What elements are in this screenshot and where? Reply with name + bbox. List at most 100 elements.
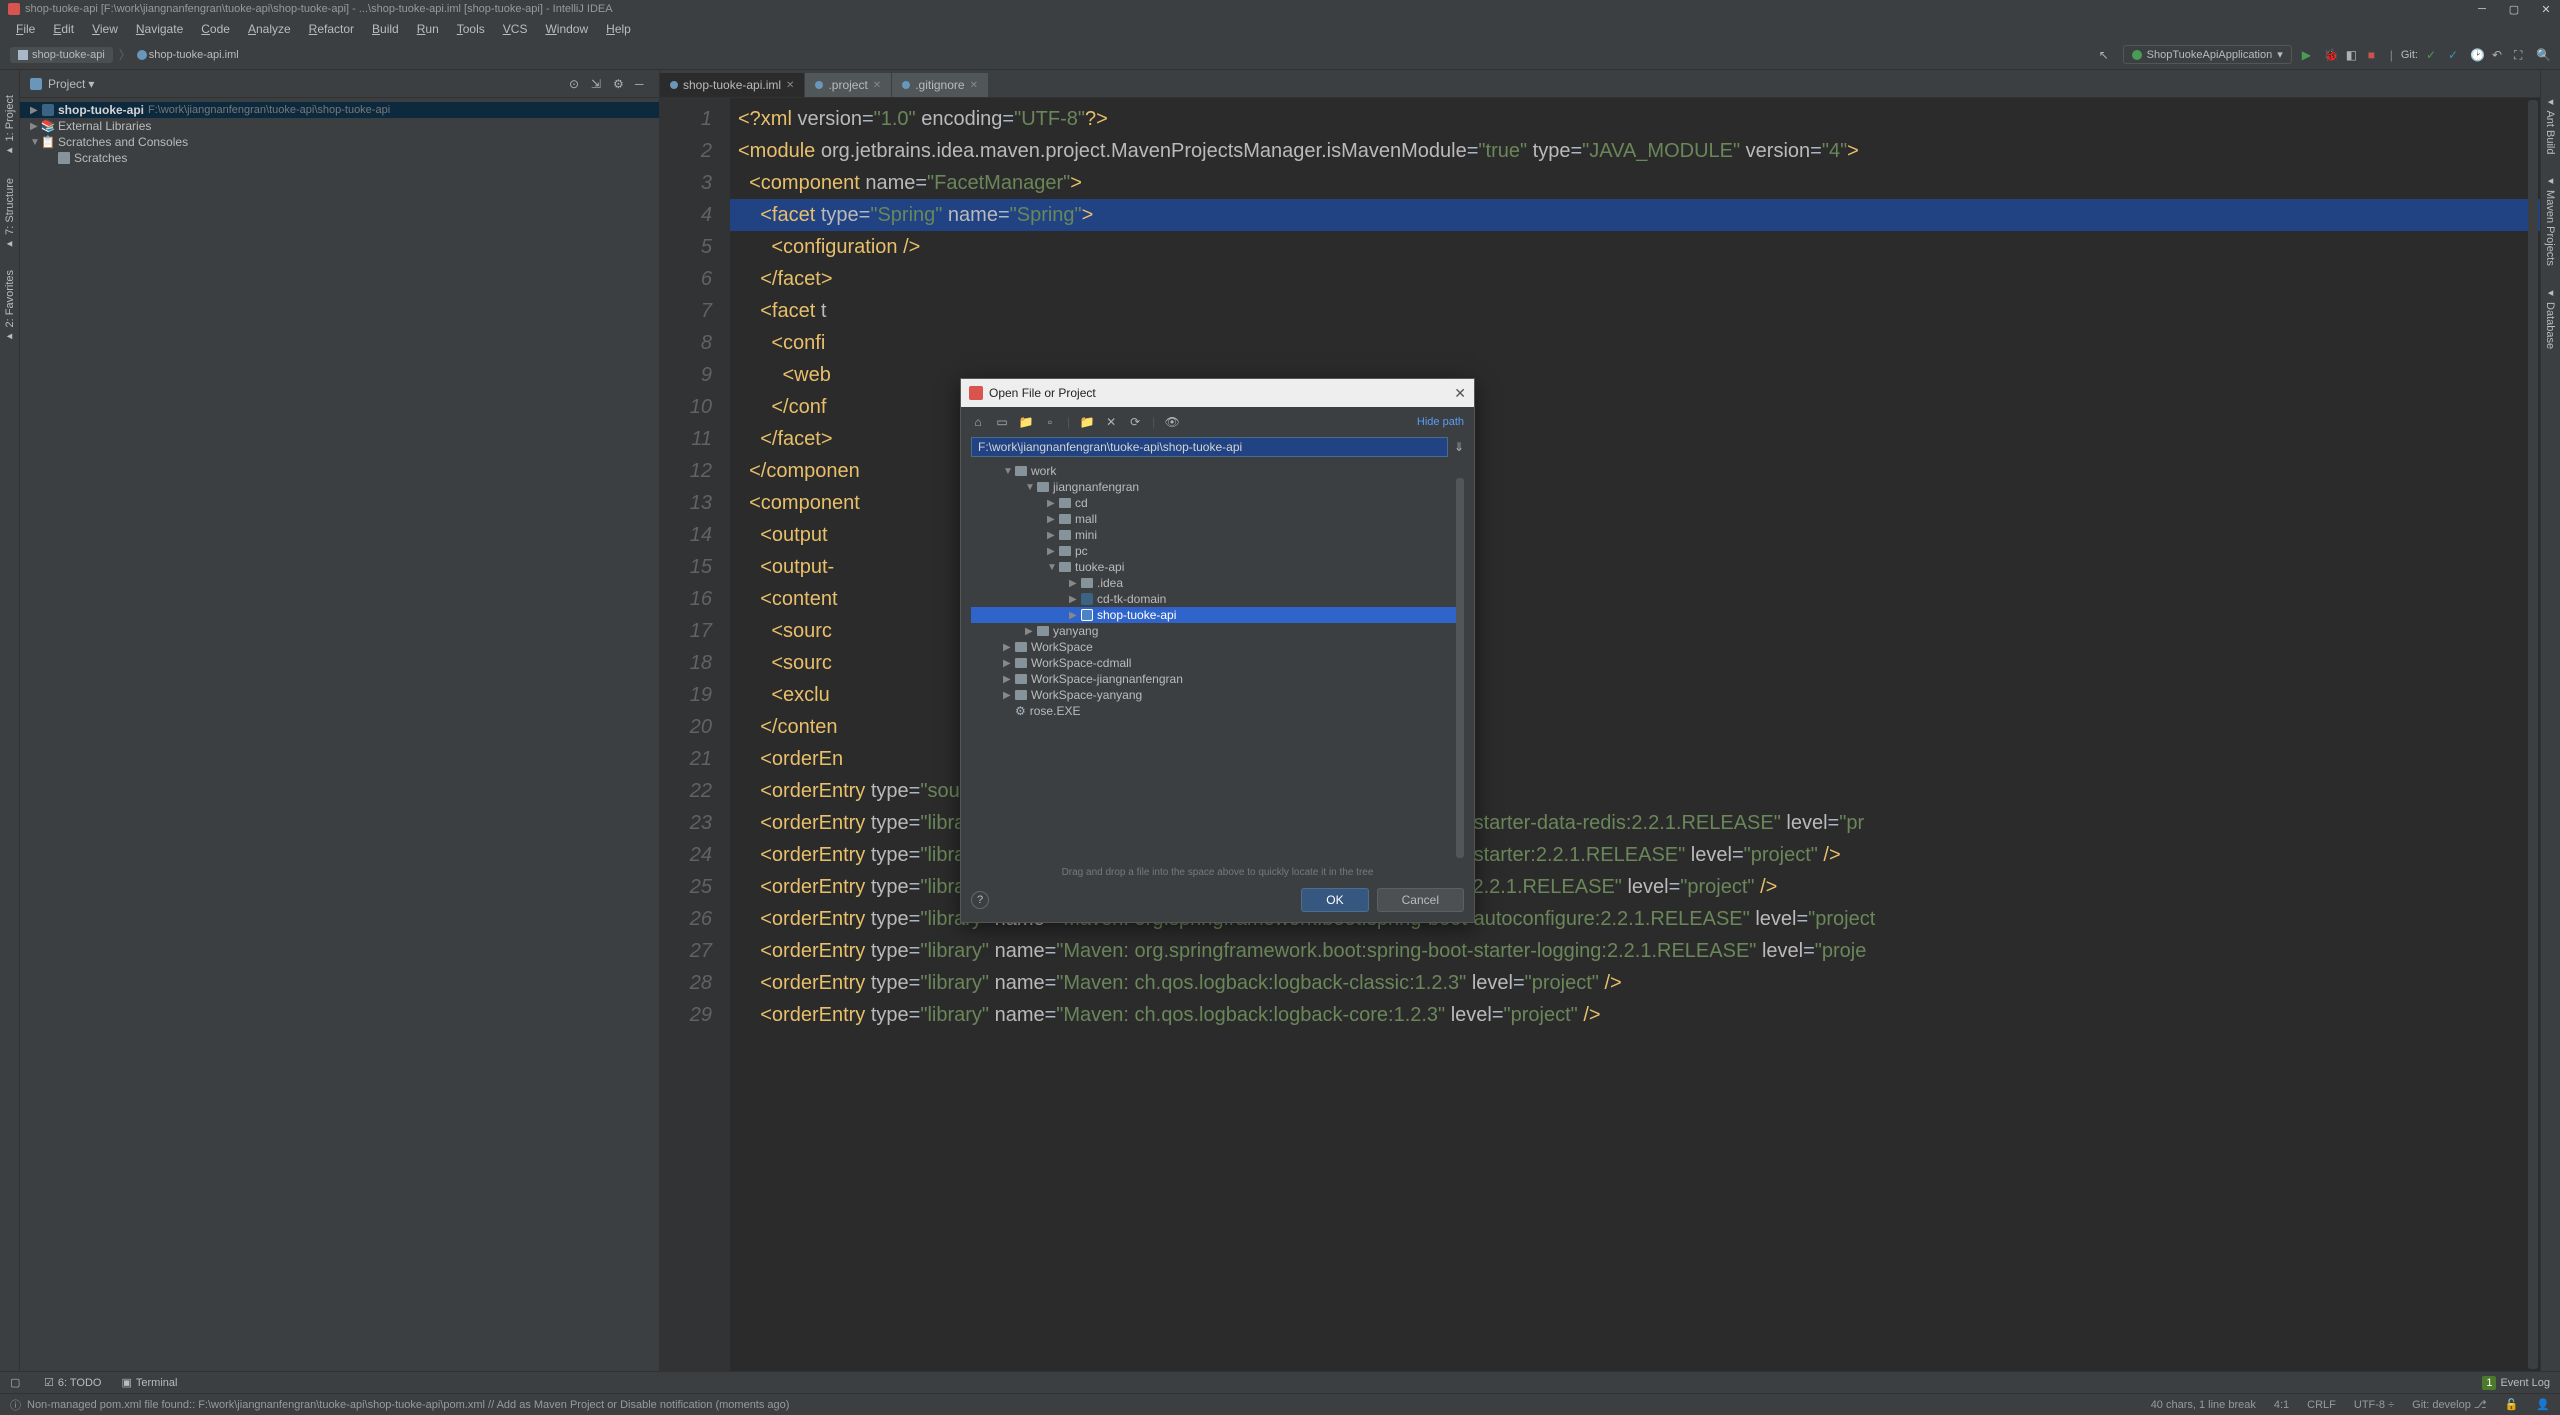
vcs-commit-icon[interactable]: ✓ [2448, 48, 2462, 62]
module-dir-icon[interactable]: ▫ [1043, 415, 1057, 429]
dialog-tree-row[interactable]: ▶WorkSpace-yanyang [971, 687, 1464, 703]
menu-vcs[interactable]: VCS [495, 20, 536, 38]
gutter-tab[interactable]: ▸ 2: Favorites [1, 265, 18, 349]
dialog-tree-row[interactable]: ▶WorkSpace-cdmall [971, 655, 1464, 671]
code-line[interactable]: <facet t [730, 295, 2540, 327]
close-tab-icon[interactable]: ✕ [970, 80, 978, 91]
refresh-icon[interactable]: ⟳ [1128, 415, 1142, 429]
dialog-tree-row[interactable]: ▼tuoke-api [971, 559, 1464, 575]
path-input[interactable] [971, 437, 1448, 457]
close-tab-icon[interactable]: ✕ [873, 80, 881, 91]
code-line[interactable]: <?xml version="1.0" encoding="UTF-8"?> [730, 103, 2540, 135]
tree-external-libs[interactable]: ▶ 📚 External Libraries [20, 118, 659, 134]
new-folder-icon[interactable]: 📁 [1080, 415, 1094, 429]
menu-file[interactable]: File [8, 20, 43, 38]
tree-arrow-icon[interactable]: ▼ [1003, 466, 1011, 477]
dialog-tree-row[interactable]: ▶.idea [971, 575, 1464, 591]
dialog-tree-row[interactable]: ▶cd [971, 495, 1464, 511]
delete-icon[interactable]: ✕ [1104, 415, 1118, 429]
dialog-file-tree[interactable]: ▼work▼jiangnanfengran▶cd▶mall▶mini▶pc▼tu… [971, 463, 1464, 863]
dialog-tree-row[interactable]: ▼work [971, 463, 1464, 479]
lock-icon[interactable]: 🔓 [2505, 1398, 2519, 1411]
expand-arrow-icon[interactable]: ▶ [30, 105, 38, 116]
dialog-tree-row[interactable]: ⚙rose.EXE [971, 703, 1464, 719]
project-tree[interactable]: ▶ shop-tuoke-api F:\work\jiangnanfengran… [20, 98, 659, 170]
status-encoding[interactable]: UTF-8 ÷ [2354, 1399, 2394, 1411]
collapse-arrow-icon[interactable]: ▼ [30, 137, 38, 148]
status-git-branch[interactable]: Git: develop ⎇ [2412, 1398, 2486, 1411]
tree-arrow-icon[interactable]: ▶ [1003, 642, 1011, 653]
dialog-tree-row[interactable]: ▶yanyang [971, 623, 1464, 639]
chevron-down-icon[interactable]: ▾ [88, 77, 94, 91]
menu-refactor[interactable]: Refactor [301, 20, 362, 38]
locate-icon[interactable]: ⊙ [569, 77, 583, 91]
debug-icon[interactable]: 🐞 [2324, 48, 2338, 62]
hide-path-link[interactable]: Hide path [1417, 416, 1464, 428]
gutter-tab[interactable]: ▸ 1: Project [1, 90, 18, 163]
vcs-update-icon[interactable]: ✓ [2426, 48, 2440, 62]
help-icon[interactable]: ? [971, 891, 989, 909]
maximize-button[interactable]: ▢ [2508, 3, 2520, 15]
close-button[interactable]: ✕ [2540, 3, 2552, 15]
tree-arrow-icon[interactable]: ▶ [1025, 626, 1033, 637]
hide-icon[interactable]: ─ [635, 77, 649, 91]
tree-arrow-icon[interactable]: ▶ [1003, 690, 1011, 701]
history-dropdown-icon[interactable]: ⇓ [1454, 440, 1464, 454]
inspector-icon[interactable]: 👤 [2536, 1398, 2550, 1411]
gutter-tab[interactable]: ◂ Ant Build [2542, 90, 2559, 159]
collapse-icon[interactable]: ⇲ [591, 77, 605, 91]
dialog-tree-row[interactable]: ▶mini [971, 527, 1464, 543]
gutter-tab[interactable]: ◂ Database [2542, 281, 2559, 354]
editor-tab[interactable]: shop-tuoke-api.iml✕ [660, 73, 804, 97]
project-title[interactable]: Project [48, 77, 85, 91]
back-arrow-icon[interactable]: ↖ [2099, 48, 2113, 62]
editor-tab[interactable]: .gitignore✕ [892, 73, 988, 97]
editor-scrollbar[interactable] [2528, 100, 2538, 1369]
tab-todo[interactable]: ☑ 6: TODO [44, 1376, 101, 1389]
dialog-tree-scrollbar[interactable] [1456, 478, 1464, 858]
menu-code[interactable]: Code [193, 20, 238, 38]
tree-arrow-icon[interactable]: ▶ [1047, 546, 1055, 557]
status-message[interactable]: Non-managed pom.xml file found:: F:\work… [27, 1399, 789, 1411]
gutter-tab[interactable]: ▸ 7: Structure [1, 173, 18, 256]
tool-window-icon[interactable]: ▢ [10, 1376, 24, 1390]
dialog-titlebar[interactable]: Open File or Project ✕ [961, 379, 1474, 407]
minimize-button[interactable]: ─ [2476, 3, 2488, 15]
tree-arrow-icon[interactable]: ▶ [1069, 610, 1077, 621]
code-line[interactable]: <module org.jetbrains.idea.maven.project… [730, 135, 2540, 167]
menu-build[interactable]: Build [364, 20, 407, 38]
tree-arrow-icon[interactable]: ▶ [1047, 498, 1055, 509]
nav-chip-file[interactable]: shop-tuoke-api.iml [149, 49, 239, 61]
menu-help[interactable]: Help [598, 20, 639, 38]
editor-tab[interactable]: .project✕ [805, 73, 891, 97]
dialog-tree-row[interactable]: ▼jiangnanfengran [971, 479, 1464, 495]
tree-arrow-icon[interactable]: ▶ [1069, 578, 1077, 589]
dialog-tree-row[interactable]: ▶pc [971, 543, 1464, 559]
show-hidden-icon[interactable]: 👁 [1165, 415, 1179, 429]
code-line[interactable]: <orderEntry type="library" name="Maven: … [730, 935, 2540, 967]
menu-view[interactable]: View [84, 20, 126, 38]
tab-terminal[interactable]: ▣ Terminal [121, 1376, 177, 1389]
tree-arrow-icon[interactable]: ▼ [1025, 482, 1033, 493]
tab-event-log[interactable]: 1 Event Log [2482, 1376, 2550, 1390]
code-line[interactable]: <facet type="Spring" name="Spring"> [730, 199, 2540, 231]
code-line[interactable]: <orderEntry type="library" name="Maven: … [730, 967, 2540, 999]
expand-arrow-icon[interactable]: ▶ [30, 121, 38, 132]
menu-edit[interactable]: Edit [45, 20, 82, 38]
status-line-sep[interactable]: CRLF [2307, 1399, 2336, 1411]
gear-icon[interactable]: ⚙ [613, 77, 627, 91]
dialog-tree-row[interactable]: ▶cd-tk-domain [971, 591, 1464, 607]
dialog-tree-row[interactable]: ▶mall [971, 511, 1464, 527]
tree-scratches-child[interactable]: Scratches [20, 150, 659, 166]
code-line[interactable]: <configuration /> [730, 231, 2540, 263]
menu-navigate[interactable]: Navigate [128, 20, 191, 38]
tree-arrow-icon[interactable]: ▶ [1069, 594, 1077, 605]
settings-icon[interactable]: ⛶ [2514, 48, 2528, 62]
ok-button[interactable]: OK [1301, 888, 1368, 912]
run-configuration-dropdown[interactable]: ShopTuokeApiApplication ▾ [2123, 45, 2292, 64]
code-line[interactable]: <component name="FacetManager"> [730, 167, 2540, 199]
code-line[interactable]: <orderEntry type="library" name="Maven: … [730, 999, 2540, 1031]
cancel-button[interactable]: Cancel [1377, 888, 1464, 912]
vcs-history-icon[interactable]: 🕑 [2470, 48, 2484, 62]
vcs-revert-icon[interactable]: ↶ [2492, 48, 2506, 62]
